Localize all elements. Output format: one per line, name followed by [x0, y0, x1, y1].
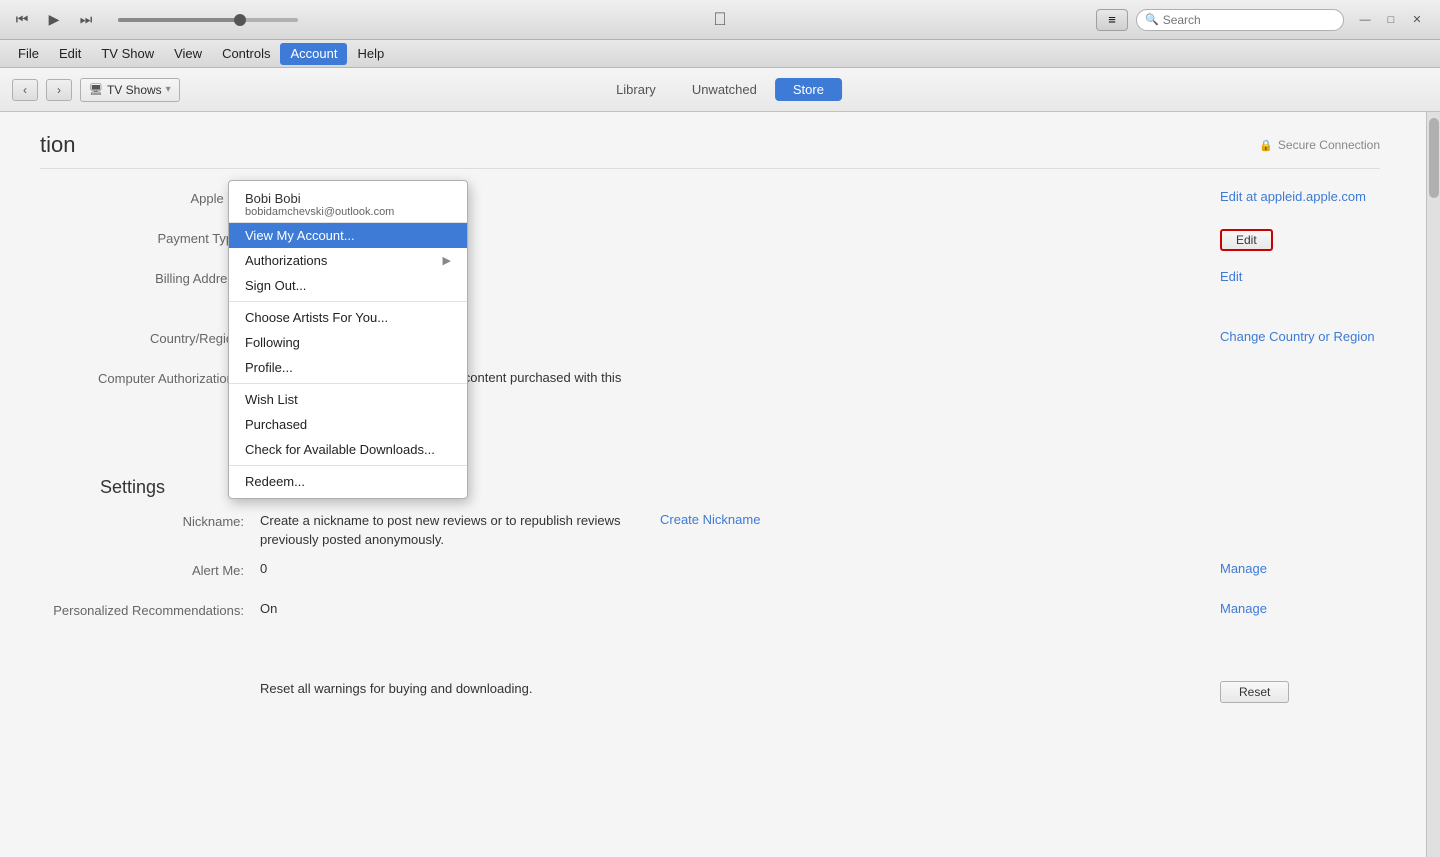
menu-account[interactable]: Account [280, 43, 347, 65]
rewind-button[interactable]: ⏮ [10, 8, 34, 32]
dropdown-item-purchased[interactable]: Purchased [229, 412, 467, 437]
search-input[interactable] [1163, 13, 1335, 27]
forward-button[interactable]: › [46, 79, 72, 101]
apple-logo:  [713, 9, 727, 30]
search-box: 🔍 [1136, 9, 1344, 31]
dropdown-item-label: Profile... [245, 360, 293, 375]
title-bar: ⏮ ▶ ⏭  ≡ 🔍 — □ ✕ [0, 0, 1440, 40]
dropdown-item-label: Following [245, 335, 300, 350]
dropdown-item-label: Authorizations [245, 253, 327, 268]
transport-controls: ⏮ ▶ ⏭ [10, 8, 310, 32]
menu-tvshow[interactable]: TV Show [91, 43, 164, 65]
dropdown-username: Bobi Bobi [245, 191, 451, 206]
dropdown-item-choose-artists[interactable]: Choose Artists For You... [229, 305, 467, 330]
dropdown-separator-1 [229, 301, 467, 302]
dropdown-user-info: Bobi Bobi bobidamchevski@outlook.com [229, 185, 467, 223]
dropdown-item-label: Purchased [245, 417, 307, 432]
dropdown-item-sign-out[interactable]: Sign Out... [229, 273, 467, 298]
dropdown-item-label: View My Account... [245, 228, 355, 243]
dropdown-item-label: Check for Available Downloads... [245, 442, 435, 457]
dropdown-item-wish-list[interactable]: Wish List [229, 387, 467, 412]
dropdown-overlay: Bobi Bobi bobidamchevski@outlook.com Vie… [0, 112, 1440, 857]
progress-fill [118, 18, 244, 22]
title-bar-right: ≡ 🔍 — □ ✕ [1096, 9, 1430, 31]
tab-unwatched[interactable]: Unwatched [674, 78, 775, 101]
dropdown-item-following[interactable]: Following [229, 330, 467, 355]
rewind-icon: ⏮ [16, 11, 29, 28]
dropdown-item-authorizations[interactable]: Authorizations ▶ [229, 248, 467, 273]
progress-bar[interactable] [118, 18, 298, 22]
maximize-button[interactable]: □ [1378, 10, 1404, 30]
fastforward-icon: ⏭ [80, 11, 93, 28]
menu-edit[interactable]: Edit [49, 43, 91, 65]
tv-icon: 🖥 [89, 83, 103, 96]
menu-view[interactable]: View [164, 43, 212, 65]
menu-file[interactable]: File [8, 43, 49, 65]
dropdown-separator-2 [229, 383, 467, 384]
fastforward-button[interactable]: ⏭ [74, 8, 98, 32]
location-bar: 🖥 TV Shows ▾ [80, 78, 180, 102]
toolbar-row: ‹ › 🖥 TV Shows ▾ Library Unwatched Store [0, 68, 1440, 112]
menu-controls[interactable]: Controls [212, 43, 280, 65]
tab-store[interactable]: Store [775, 78, 842, 101]
close-button[interactable]: ✕ [1404, 10, 1430, 30]
submenu-arrow-icon: ▶ [443, 254, 451, 267]
tab-strip: Library Unwatched Store [598, 78, 842, 101]
list-view-icon: ≡ [1108, 12, 1116, 27]
dropdown-item-check-downloads[interactable]: Check for Available Downloads... [229, 437, 467, 462]
window-controls: — □ ✕ [1352, 10, 1430, 30]
dropdown-item-view-account[interactable]: View My Account... [229, 223, 467, 248]
dropdown-separator-3 [229, 465, 467, 466]
location-text: TV Shows [107, 83, 162, 97]
dropdown-email: bobidamchevski@outlook.com [245, 206, 451, 218]
back-button[interactable]: ‹ [12, 79, 38, 101]
forward-icon: › [57, 83, 61, 97]
back-icon: ‹ [23, 83, 27, 97]
dropdown-item-label: Wish List [245, 392, 298, 407]
minimize-button[interactable]: — [1352, 10, 1378, 30]
account-dropdown-menu: Bobi Bobi bobidamchevski@outlook.com Vie… [228, 180, 468, 499]
menu-bar: File Edit TV Show View Controls Account … [0, 40, 1440, 68]
dropdown-item-label: Redeem... [245, 474, 305, 489]
search-icon: 🔍 [1145, 13, 1159, 26]
play-button[interactable]: ▶ [42, 8, 66, 32]
progress-thumb [234, 14, 246, 26]
dropdown-item-profile[interactable]: Profile... [229, 355, 467, 380]
main-content: tion 🔒 Secure Connection Apple ID: Edit … [0, 112, 1440, 857]
menu-help[interactable]: Help [347, 43, 394, 65]
play-icon: ▶ [49, 11, 60, 28]
list-view-button[interactable]: ≡ [1096, 9, 1128, 31]
dropdown-item-label: Sign Out... [245, 278, 306, 293]
location-arrow-icon: ▾ [166, 84, 171, 95]
tab-library[interactable]: Library [598, 78, 674, 101]
dropdown-item-redeem[interactable]: Redeem... [229, 469, 467, 494]
dropdown-item-label: Choose Artists For You... [245, 310, 388, 325]
